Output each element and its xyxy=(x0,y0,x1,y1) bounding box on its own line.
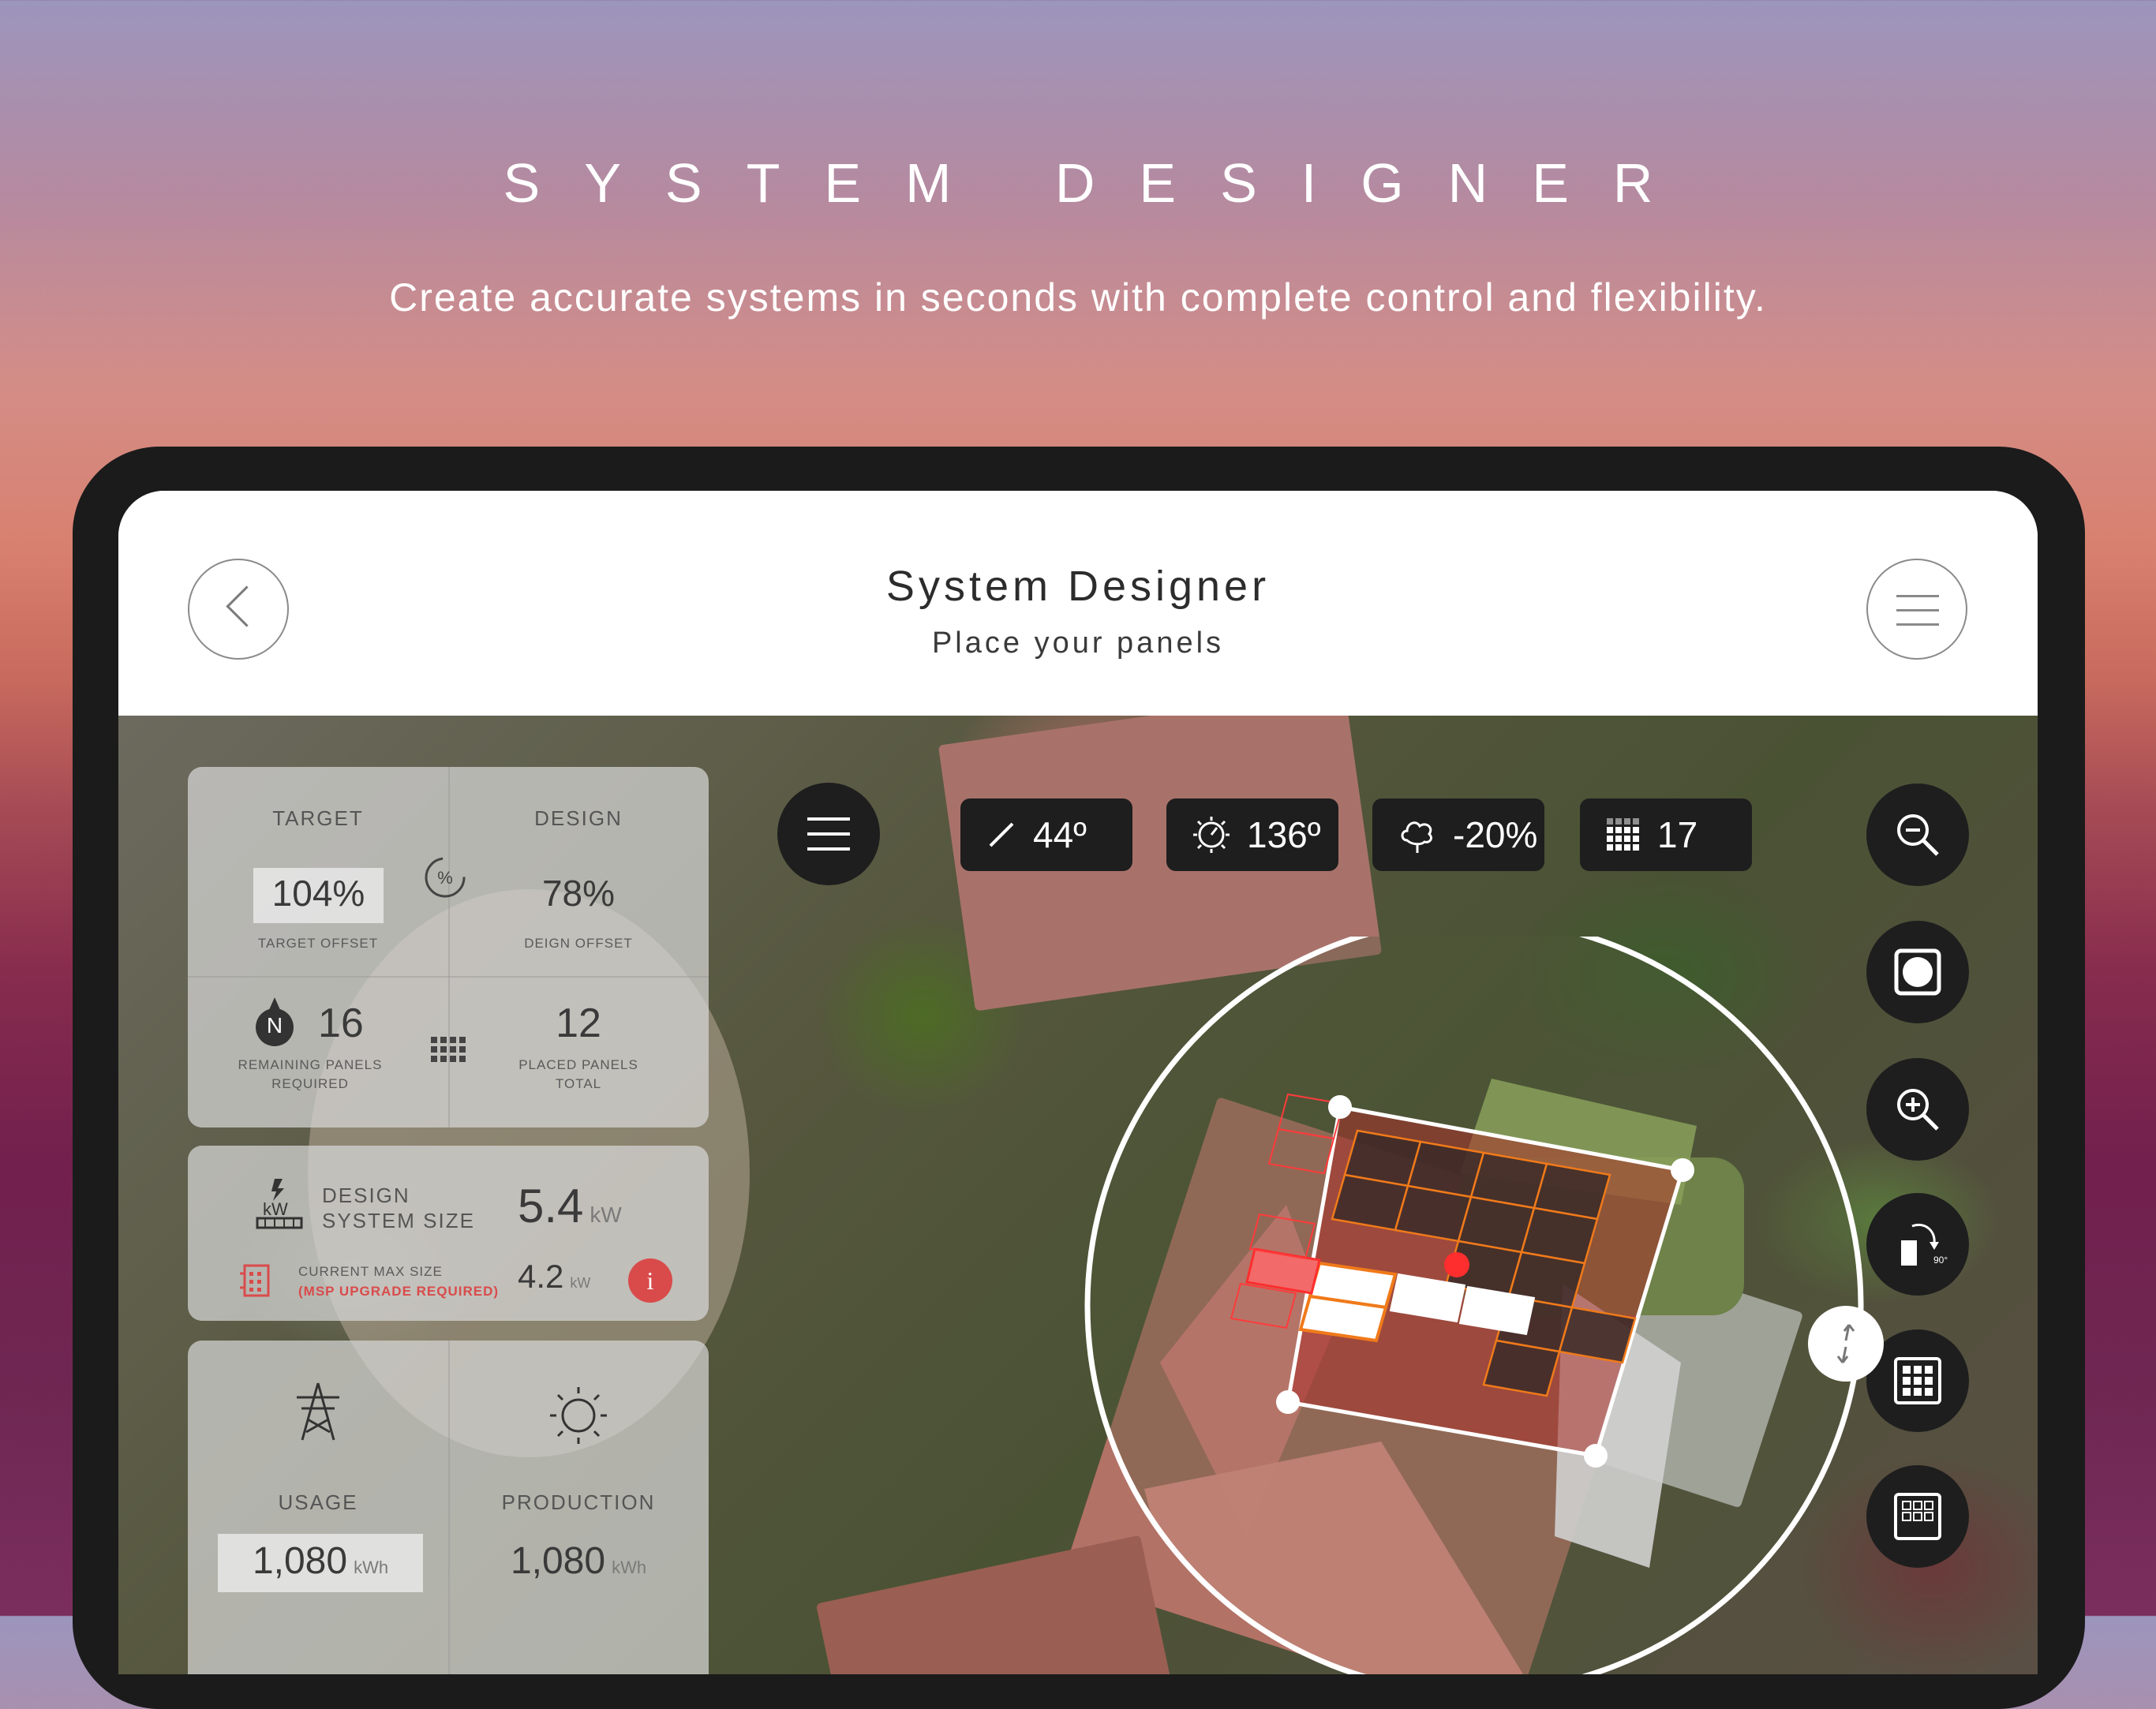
current-max-unit: kW xyxy=(570,1275,591,1291)
percent-gauge-icon: % xyxy=(425,857,466,898)
roof-pitch-pill[interactable]: 44º xyxy=(960,798,1132,871)
panel-array-icon xyxy=(1607,818,1639,851)
aerial-map[interactable]: TARGET DESIGN 104% TARGET OFFSET 78% DEI… xyxy=(118,716,2038,1674)
usage-value: 1,080 kWh xyxy=(218,1539,423,1583)
app-header: System Designer Place your panels xyxy=(118,491,2038,716)
zoom-out-icon xyxy=(1897,814,1939,856)
panel-count-pill[interactable]: 17 xyxy=(1580,798,1752,871)
sun-icon xyxy=(550,1387,607,1444)
target-label: TARGET xyxy=(272,806,364,830)
system-size-card: kW DESIGN SYSTEM SIZE 5.4 kW CURRENT MAX … xyxy=(188,1146,709,1321)
target-offset-caption: TARGET OFFSET xyxy=(257,936,379,951)
remaining-panels-value: 16 xyxy=(318,1000,364,1046)
svg-text:%: % xyxy=(437,868,453,888)
shading-value: -20% xyxy=(1453,814,1538,855)
system-size-value: 5.4 kW xyxy=(518,1179,622,1233)
marketing-subtitle: Create accurate systems in seconds with … xyxy=(389,275,1767,320)
offset-stats-card: TARGET DESIGN 104% TARGET OFFSET 78% DEI… xyxy=(188,767,709,1127)
page-subtitle: Place your panels xyxy=(931,626,1225,660)
map-menu-button[interactable] xyxy=(777,783,880,885)
resize-arrows-icon xyxy=(1836,1324,1855,1363)
rotate-90-badge: 90° xyxy=(1933,1255,1948,1266)
design-offset-value: 78% xyxy=(541,873,616,914)
current-max-number: 4.2 xyxy=(518,1258,564,1295)
zoom-in-icon xyxy=(1897,1089,1939,1131)
compass-letter: N xyxy=(266,1013,283,1038)
msp-upgrade-warning: (MSP UPGRADE REQUIRED) xyxy=(298,1284,500,1299)
corner-handle xyxy=(1584,1444,1608,1468)
tree-shade-icon xyxy=(1401,821,1432,853)
menu-button[interactable] xyxy=(1866,559,1967,660)
app-screen: System Designer Place your panels TARGET… xyxy=(118,491,2038,1674)
corner-handle xyxy=(1328,1095,1352,1119)
usage-label: USAGE xyxy=(278,1490,358,1514)
target-offset-value: 104% xyxy=(271,873,365,914)
roof-pitch-value: 44º xyxy=(1033,814,1087,855)
info-button[interactable]: i xyxy=(628,1258,672,1303)
panel-center-dot xyxy=(1444,1252,1469,1277)
production-number: 1,080 xyxy=(510,1540,606,1582)
remaining-panels-caption-2: REQUIRED xyxy=(271,1076,349,1091)
energy-card: USAGE PRODUCTION 1,080 kWh 1,080 kWh xyxy=(188,1341,709,1674)
kw-icon-text: kW xyxy=(263,1199,288,1219)
remaining-panels-caption: REMAINING PANELS xyxy=(238,1057,383,1072)
info-icon: i xyxy=(646,1266,654,1295)
placed-panels-caption: PLACED PANELS xyxy=(518,1057,638,1072)
marketing-title: SYSTEM DESIGNER xyxy=(503,152,1697,214)
current-max-size-value: 4.2 kW xyxy=(518,1258,590,1296)
electrical-panel-icon xyxy=(240,1264,270,1297)
panel-placement-lens[interactable] xyxy=(1050,937,1886,1674)
panel-count-value: 17 xyxy=(1657,814,1698,855)
current-max-size-label: CURRENT MAX SIZE xyxy=(298,1264,443,1279)
production-unit: kWh xyxy=(612,1558,647,1577)
production-value: 1,080 kWh xyxy=(448,1539,709,1583)
system-size-label-2: SYSTEM SIZE xyxy=(322,1209,475,1232)
corner-handle xyxy=(1671,1158,1694,1182)
system-size-number: 5.4 xyxy=(518,1180,584,1232)
design-offset-caption: DEIGN OFFSET xyxy=(524,936,633,951)
power-tower-icon xyxy=(297,1382,339,1441)
design-label: DESIGN xyxy=(534,806,623,830)
placed-panels-value: 12 xyxy=(556,1000,601,1046)
usage-number: 1,080 xyxy=(252,1540,348,1582)
panel-grid-icon xyxy=(1894,1357,1941,1404)
page-title: System Designer xyxy=(885,563,1271,610)
corner-handle xyxy=(1276,1390,1300,1414)
system-size-label: DESIGN xyxy=(322,1184,410,1207)
shading-pill[interactable]: -20% xyxy=(1372,798,1544,871)
zoom-out-button[interactable] xyxy=(1866,783,1969,886)
azimuth-dial-icon xyxy=(1193,817,1230,853)
lens-resize-handle[interactable] xyxy=(1808,1306,1884,1382)
system-size-unit: kW xyxy=(590,1202,622,1227)
capture-icon xyxy=(1894,948,1941,996)
azimuth-pill[interactable]: 136º xyxy=(1166,798,1338,871)
usage-unit: kWh xyxy=(354,1558,389,1577)
pitch-slope-icon xyxy=(989,822,1014,847)
production-label: PRODUCTION xyxy=(501,1490,656,1514)
panel-layout-icon xyxy=(1894,1493,1941,1540)
azimuth-value: 136º xyxy=(1247,814,1321,855)
placed-panels-caption-2: TOTAL xyxy=(555,1076,602,1091)
